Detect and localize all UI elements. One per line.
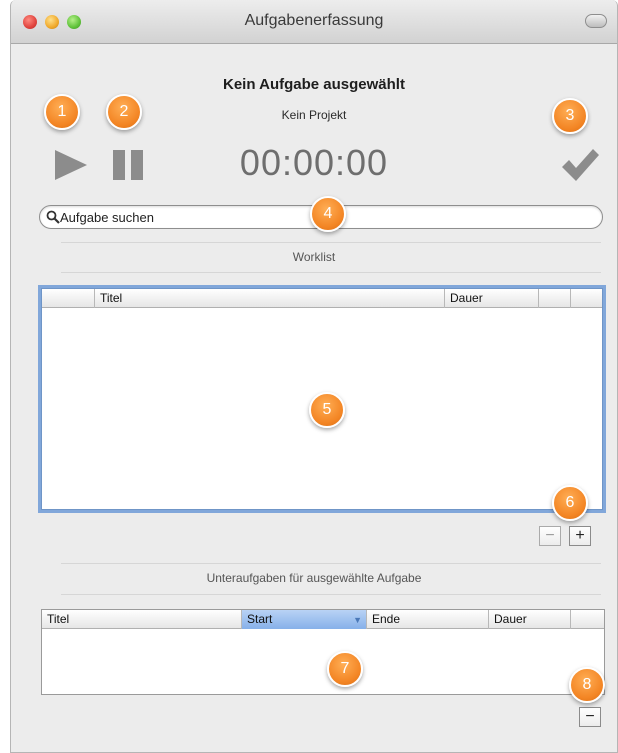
divider — [61, 272, 601, 273]
play-button[interactable] — [53, 147, 89, 183]
callout-badge: 7 — [327, 651, 363, 687]
pause-icon — [113, 150, 143, 180]
checkmark-icon — [562, 149, 599, 181]
callout-badge: 1 — [44, 94, 80, 130]
search-icon — [46, 210, 60, 224]
add-worklist-item-button[interactable]: + — [569, 526, 591, 546]
subtasks-heading: Unteraufgaben für ausgewählte Aufgabe — [206, 571, 422, 585]
callout-badge: 4 — [310, 196, 346, 232]
column-header-start-label: Start — [247, 612, 273, 626]
callout-badge: 3 — [552, 98, 588, 134]
column-header[interactable] — [539, 289, 571, 308]
subtasks-table[interactable]: Titel Start ▼ Ende Dauer — [41, 609, 605, 695]
play-icon — [55, 150, 87, 180]
column-header-titel[interactable]: Titel — [95, 289, 445, 308]
timer-display: 00:00:00 — [239, 142, 389, 183]
callout-badge: 8 — [569, 667, 605, 703]
title-bar: Aufgabenerfassung — [11, 0, 617, 44]
search-placeholder: Aufgabe suchen — [60, 210, 154, 225]
selected-project-label: Kein Projekt — [281, 108, 347, 122]
app-window: Aufgabenerfassung Kein Aufgabe ausgewähl… — [10, 0, 618, 753]
pause-button[interactable] — [111, 147, 147, 183]
worklist-table-header: Titel Dauer — [42, 289, 602, 308]
column-header-titel[interactable]: Titel — [42, 610, 242, 629]
sort-descending-icon: ▼ — [353, 615, 362, 625]
divider — [61, 242, 601, 243]
callout-badge: 5 — [309, 392, 345, 428]
column-header[interactable] — [571, 289, 602, 308]
window-title: Aufgabenerfassung — [244, 12, 384, 29]
column-header[interactable] — [42, 289, 95, 308]
divider — [61, 563, 601, 564]
complete-task-button[interactable] — [559, 145, 601, 185]
selected-task-title: Kein Aufgabe ausgewählt — [223, 76, 405, 93]
column-header-dauer[interactable]: Dauer — [489, 610, 571, 629]
toolbar-toggle-button[interactable] — [585, 14, 607, 28]
divider — [61, 594, 601, 595]
subtasks-table-header: Titel Start ▼ Ende Dauer — [42, 610, 604, 629]
column-header-ende[interactable]: Ende — [367, 610, 489, 629]
column-header[interactable] — [571, 610, 604, 629]
column-header-start[interactable]: Start ▼ — [242, 610, 367, 629]
column-header-dauer[interactable]: Dauer — [445, 289, 539, 308]
callout-badge: 2 — [106, 94, 142, 130]
remove-worklist-item-button[interactable]: − — [539, 526, 561, 546]
worklist-heading: Worklist — [292, 250, 336, 264]
callout-badge: 6 — [552, 485, 588, 521]
remove-subtask-button[interactable]: − — [579, 707, 601, 727]
